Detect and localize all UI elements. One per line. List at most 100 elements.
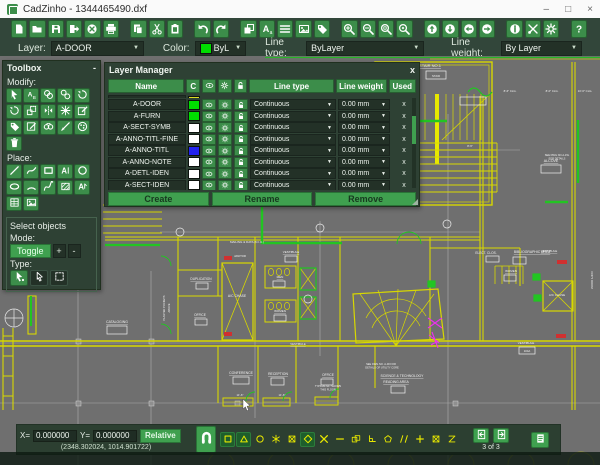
layer-color-swatch[interactable] xyxy=(188,134,200,144)
toolbox-minimize-button[interactable]: - xyxy=(93,63,96,73)
layer-lock-button[interactable] xyxy=(234,180,248,191)
snap-endpoint-button[interactable] xyxy=(220,432,235,447)
snap-master-button[interactable] xyxy=(196,426,216,453)
select-cursor-tool-button[interactable] xyxy=(6,88,22,103)
minimize-button[interactable]: – xyxy=(544,4,550,15)
color-dropdown[interactable]: ByL▼ xyxy=(195,41,246,56)
snap-tangent-button[interactable] xyxy=(444,432,459,447)
next-layout-button[interactable] xyxy=(493,428,509,443)
layer-lineweight-dropdown[interactable]: 0.00 mm▼ xyxy=(338,99,390,110)
layer-row-a-anno-titl-fine[interactable]: A-ANNO-TITL-FINEContinuous▼0.00 mm▼x xyxy=(108,134,416,145)
snap-node-button[interactable] xyxy=(268,432,283,447)
layer-lineweight-dropdown[interactable]: 0.00 mm▼ xyxy=(338,145,390,156)
layer-row-a-anno-note[interactable]: A-ANNO-NOTEContinuous▼0.00 mm▼x xyxy=(108,157,416,168)
text-tool-button[interactable]: A xyxy=(57,164,73,179)
layer-color-swatch[interactable] xyxy=(188,111,200,121)
layer-color-swatch[interactable] xyxy=(188,180,200,190)
snap-parallel-button[interactable] xyxy=(396,432,411,447)
fonts-button[interactable]: Aa xyxy=(259,20,275,38)
circle-tool-button[interactable] xyxy=(74,164,90,179)
snap-center-button[interactable] xyxy=(252,432,267,447)
layer-lineweight-dropdown[interactable]: 0.00 mm▼ xyxy=(338,157,390,168)
save-file-button[interactable] xyxy=(48,20,64,38)
find-tool-button[interactable] xyxy=(40,120,56,135)
add-attrib-tool-button[interactable] xyxy=(6,120,22,135)
mtext-tool-button[interactable]: A xyxy=(74,180,90,195)
layer-color-swatch[interactable] xyxy=(188,169,200,179)
layer-lineweight-dropdown[interactable]: 0.00 mm▼ xyxy=(338,111,390,122)
zoom-window-button[interactable] xyxy=(378,20,394,38)
info-button[interactable] xyxy=(506,20,522,38)
settings-button[interactable] xyxy=(543,20,559,38)
tables-button[interactable] xyxy=(277,20,293,38)
copy-clipboard-button[interactable] xyxy=(130,20,146,38)
header-used[interactable]: Used xyxy=(389,79,416,93)
snap-quadrant-button[interactable] xyxy=(284,432,299,447)
layer-name[interactable]: A-ANNO-TITL xyxy=(108,145,186,156)
layer-linetype-dropdown[interactable]: Continuous▼ xyxy=(250,122,336,133)
layer-row-a-furn[interactable]: A-FURNContinuous▼0.00 mm▼x xyxy=(108,111,416,122)
y-input[interactable]: 0.000000 xyxy=(93,430,137,442)
ellipse-tool-button[interactable] xyxy=(6,180,22,195)
rectangle-tool-button[interactable] xyxy=(40,164,56,179)
layer-row-a-anno-titl[interactable]: A-ANNO-TITLContinuous▼0.00 mm▼x xyxy=(108,145,416,156)
snap-object-button[interactable] xyxy=(348,432,363,447)
relative-toggle-button[interactable]: Relative xyxy=(140,429,181,443)
layer-manager-close-button[interactable]: x xyxy=(410,65,415,75)
snap-intersection-button[interactable] xyxy=(316,432,331,447)
mode-minus-button[interactable]: - xyxy=(68,244,81,258)
scrollbar-thumb[interactable] xyxy=(412,116,416,144)
layer-linetype-dropdown[interactable]: Continuous▼ xyxy=(250,111,336,122)
layer-row-a-sect-iden[interactable]: A-SECT-IDENContinuous▼0.00 mm▼x xyxy=(108,180,416,191)
table-tool-button[interactable] xyxy=(6,196,22,211)
layer-name[interactable]: A-FURN xyxy=(108,111,186,122)
snap-polar-button[interactable] xyxy=(380,432,395,447)
pick-point-button[interactable] xyxy=(10,270,28,286)
layer-linetype-dropdown[interactable]: Continuous▼ xyxy=(250,145,336,156)
undo-button[interactable] xyxy=(194,20,210,38)
layer-name[interactable]: A-SECT-SYMB xyxy=(108,122,186,133)
blocks-button[interactable] xyxy=(240,20,256,38)
layer-freeze-button[interactable] xyxy=(218,180,232,191)
layer-name[interactable]: A-DETL-IDEN xyxy=(108,168,186,179)
rename-text-tool-button[interactable]: AB xyxy=(23,88,39,103)
rename-layer-button[interactable]: Rename xyxy=(212,192,313,206)
maximize-button[interactable]: □ xyxy=(565,4,571,15)
layer-color-swatch[interactable] xyxy=(188,157,200,167)
header-name[interactable]: Name xyxy=(108,79,184,93)
layer-linetype-dropdown[interactable]: Continuous▼ xyxy=(250,180,336,191)
snap-midpoint-button[interactable] xyxy=(236,432,251,447)
prev-layout-button[interactable] xyxy=(473,428,489,443)
layer-lineweight-dropdown[interactable]: 0.00 mm▼ xyxy=(338,180,390,191)
pan-up-button[interactable] xyxy=(424,20,440,38)
drawing-canvas[interactable]: STAIR NO.1STAIRVESTIBULEALCOVESEE DWG NO… xyxy=(0,56,600,465)
snap-grid-button[interactable] xyxy=(412,432,427,447)
header-linetype[interactable]: Line type xyxy=(249,79,333,93)
rotate-ref-tool-button[interactable] xyxy=(6,104,22,119)
layer-name[interactable]: A-ANNO-NOTE xyxy=(108,157,186,168)
header-freeze[interactable] xyxy=(218,79,232,93)
layer-name[interactable]: A-DOOR xyxy=(108,99,186,110)
layer-list-scrollbar[interactable] xyxy=(412,98,416,188)
pan-left-button[interactable] xyxy=(461,20,477,38)
header-visibility[interactable] xyxy=(202,79,216,93)
measure-tool-button[interactable] xyxy=(57,120,73,135)
resize-handle[interactable] xyxy=(412,199,418,205)
layer-lineweight-dropdown[interactable]: 0.00 mm▼ xyxy=(338,122,390,133)
snap-perpendicular-button[interactable] xyxy=(364,432,379,447)
hatch-tool-button[interactable] xyxy=(57,180,73,195)
new-file-button[interactable] xyxy=(11,20,27,38)
line-tool-button[interactable] xyxy=(6,164,22,179)
create-layer-button[interactable]: Create xyxy=(108,192,209,206)
mirror-tool-button[interactable] xyxy=(40,104,56,119)
linetype-dropdown[interactable]: ByLayer▼ xyxy=(306,41,424,56)
mode-plus-button[interactable]: + xyxy=(53,244,66,258)
layer-linetype-dropdown[interactable]: Continuous▼ xyxy=(250,168,336,179)
pan-down-button[interactable] xyxy=(442,20,458,38)
close-file-button[interactable] xyxy=(84,20,100,38)
edit-tool-button[interactable] xyxy=(74,104,90,119)
layer-row-a-door[interactable]: A-DOORContinuous▼0.00 mm▼x xyxy=(108,99,416,110)
layer-color-swatch[interactable] xyxy=(188,146,200,156)
layer-visibility-button[interactable] xyxy=(202,180,216,191)
edit-attrib-tool-button[interactable] xyxy=(23,120,39,135)
